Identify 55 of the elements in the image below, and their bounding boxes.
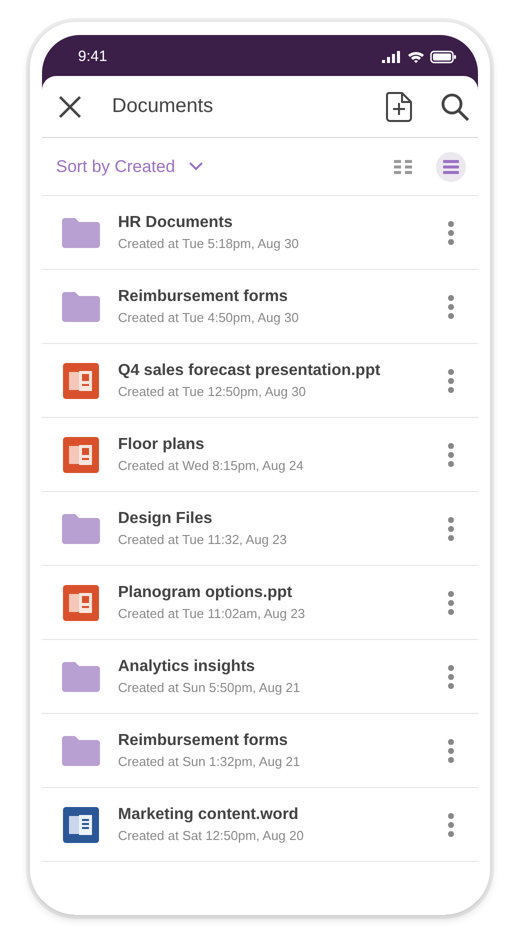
created-date: Created at Sat 12:50pm, Aug 20: [118, 828, 305, 843]
document-name: Planogram options.ppt: [118, 584, 294, 602]
document-row[interactable]: Planogram options.ppt Created at Tue 11:02am, Aug 23: [42, 566, 478, 640]
chevron-down-icon: [189, 162, 204, 171]
grid-view-icon: [394, 160, 412, 174]
more-icon: [448, 812, 454, 836]
created-date: Created at Tue 4:50pm, Aug 30: [118, 310, 300, 325]
created-date: Created at Sun 1:32pm, Aug 21: [118, 754, 302, 769]
document-row[interactable]: Design Files Created at Tue 11:32, Aug 23: [42, 492, 478, 566]
screen-title: Documents: [112, 95, 214, 118]
more-icon: [448, 664, 454, 688]
created-date: Created at Wed 8:15pm, Aug 24: [118, 458, 304, 473]
presentation-file-icon: [63, 584, 99, 620]
document-row[interactable]: Marketing content.word Created at Sat 12:50pm, Aug 20: [42, 788, 478, 862]
document-row[interactable]: Analytics insights Created at Sun 5:50pm, Aug 21: [42, 640, 478, 714]
more-icon: [448, 294, 454, 318]
document-row[interactable]: Reimbursement forms Created at Tue 4:50pm, Aug 30: [42, 270, 478, 344]
presentation-file-icon: [63, 362, 99, 398]
folder-icon: [62, 292, 100, 322]
created-date: Created at Tue 12:50pm, Aug 30: [118, 384, 307, 399]
created-date: Created at Tue 11:32, Aug 23: [118, 532, 288, 547]
document-row[interactable]: Q4 sales forecast presentation.ppt Created at Tue 12:50pm, Aug 30: [42, 344, 478, 418]
folder-icon: [62, 662, 100, 692]
more-icon: [448, 442, 454, 466]
status-time: 9:41: [78, 48, 108, 65]
list-view-button[interactable]: [436, 152, 466, 182]
created-date: Created at Tue 5:18pm, Aug 30: [118, 236, 300, 251]
folder-icon: [62, 736, 100, 766]
created-date: Created at Tue 11:02am, Aug 23: [118, 606, 306, 621]
document-name: Reimbursement forms: [118, 288, 289, 306]
more-icon: [448, 516, 454, 540]
document-name: Design Files: [118, 510, 214, 528]
document-name: Reimbursement forms: [118, 732, 289, 750]
add-file-icon: [386, 92, 412, 122]
presentation-file-icon: [63, 436, 99, 472]
sort-dropdown[interactable]: Sort by Created: [56, 156, 204, 176]
search-icon: [440, 92, 470, 122]
more-icon: [448, 590, 454, 614]
folder-icon: [62, 514, 100, 544]
document-row[interactable]: HR Documents Created at Tue 5:18pm, Aug 30: [42, 196, 478, 270]
created-date: Created at Sun 5:50pm, Aug 21: [118, 680, 302, 695]
folder-icon: [62, 218, 100, 248]
document-file-icon: [63, 806, 99, 842]
close-icon: [58, 94, 82, 118]
document-name: Q4 sales forecast presentation.ppt: [118, 362, 382, 380]
document-row[interactable]: Reimbursement forms Created at Sun 1:32pm, Aug 21: [42, 714, 478, 788]
more-icon: [448, 368, 454, 392]
more-icon: [448, 220, 454, 244]
document-name: HR Documents: [118, 214, 234, 232]
document-row[interactable]: Floor plans Created at Wed 8:15pm, Aug 24: [42, 418, 478, 492]
document-name: Analytics insights: [118, 658, 256, 676]
list-view-icon: [443, 160, 459, 174]
more-icon: [448, 738, 454, 762]
document-name: Marketing content.word: [118, 806, 300, 824]
document-name: Floor plans: [118, 436, 206, 454]
